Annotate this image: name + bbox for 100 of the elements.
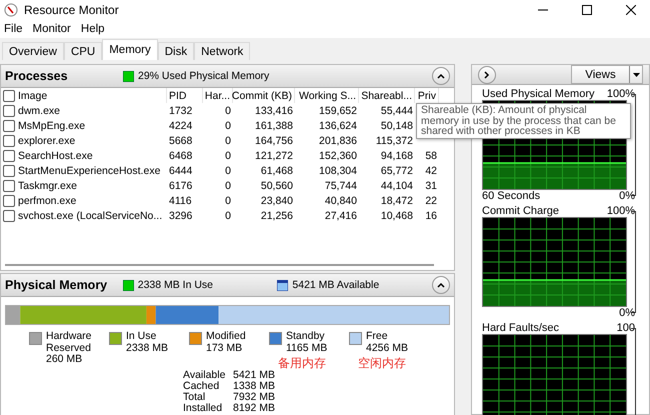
table-cell: 0 bbox=[225, 120, 231, 132]
app-icon bbox=[4, 3, 18, 17]
table-cell: 152,360 bbox=[319, 150, 357, 162]
table-cell: 23,840 bbox=[260, 194, 293, 206]
column-header[interactable]: PID bbox=[167, 88, 203, 103]
tab[interactable]: Disk bbox=[158, 42, 194, 60]
table-cell: perfmon.exe bbox=[18, 194, 76, 206]
tab[interactable]: CPU bbox=[64, 42, 102, 60]
table-cell: 4224 bbox=[169, 120, 192, 132]
expand-button[interactable] bbox=[478, 66, 496, 84]
chevron-icon bbox=[437, 282, 446, 288]
table-cell: 50,148 bbox=[380, 120, 413, 132]
table-cell: 0 bbox=[225, 134, 231, 146]
menu-item[interactable]: Monitor bbox=[28, 23, 75, 35]
legend-value: 260 MB bbox=[46, 354, 84, 366]
table-cell: 0 bbox=[225, 104, 231, 116]
checkbox[interactable] bbox=[3, 120, 15, 132]
legend-label: Modified bbox=[206, 331, 247, 342]
meter-icon bbox=[277, 280, 288, 290]
section-title: Processes bbox=[5, 69, 69, 83]
graph-title: Hard Faults/sec bbox=[482, 322, 560, 334]
legend-swatch bbox=[109, 332, 122, 345]
meter-icon bbox=[123, 70, 134, 82]
column-header[interactable]: Working S... bbox=[295, 88, 359, 103]
table-cell: 61,468 bbox=[260, 164, 293, 176]
table-cell: 44,104 bbox=[380, 180, 413, 192]
axis-label: 100 bbox=[616, 322, 635, 334]
legend-swatch bbox=[29, 332, 42, 345]
meter-icon bbox=[122, 280, 134, 290]
collapse-button[interactable] bbox=[432, 276, 450, 294]
maximize-icon bbox=[582, 5, 592, 15]
column-header[interactable]: Har... bbox=[203, 88, 233, 103]
table-cell: 133,416 bbox=[255, 104, 293, 116]
table-cell: 1732 bbox=[169, 104, 192, 116]
collapse-button[interactable] bbox=[432, 67, 450, 85]
table-cell: explorer.exe bbox=[18, 134, 76, 146]
axis-label: 60 Seconds bbox=[482, 190, 540, 202]
table-cell: 75,744 bbox=[324, 180, 357, 192]
table-cell: 6176 bbox=[169, 180, 192, 192]
table-cell: 4116 bbox=[169, 194, 192, 206]
tab[interactable]: Memory bbox=[102, 39, 158, 60]
table-cell: 55,444 bbox=[380, 104, 413, 116]
stat-value: 8192 MB bbox=[233, 403, 276, 414]
checkbox[interactable] bbox=[3, 90, 15, 102]
checkbox[interactable] bbox=[3, 164, 15, 176]
legend-swatch bbox=[189, 332, 202, 345]
checkbox[interactable] bbox=[3, 210, 15, 222]
table-cell: 22 bbox=[425, 194, 437, 206]
graph-title: Used Physical Memory bbox=[482, 88, 594, 100]
column-header[interactable]: Shareabl... bbox=[359, 88, 415, 103]
table-cell: 94,168 bbox=[380, 150, 413, 162]
axis-label: 0% bbox=[619, 307, 635, 319]
checkbox[interactable] bbox=[3, 180, 15, 192]
annotation: 备用内存 bbox=[278, 357, 327, 370]
table-cell: 0 bbox=[225, 194, 231, 206]
legend-swatch bbox=[269, 332, 282, 345]
column-header[interactable]: Commit (KB) bbox=[233, 88, 295, 103]
legend-value: 173 MB bbox=[206, 342, 244, 354]
table-cell: dwm.exe bbox=[18, 104, 60, 116]
stat-label: Cached bbox=[183, 381, 220, 392]
legend-label: In Use bbox=[126, 331, 158, 342]
menu-item[interactable]: Help bbox=[76, 23, 109, 35]
available-summary: 5421 MB Available bbox=[292, 279, 380, 291]
stat-value: 5421 MB bbox=[233, 370, 276, 381]
legend-label: Standby bbox=[286, 331, 326, 342]
chevron-icon bbox=[437, 73, 445, 79]
table-cell: 3296 bbox=[169, 210, 192, 222]
tab[interactable]: Overview bbox=[2, 42, 64, 60]
table-cell: Taskmgr.exe bbox=[18, 180, 77, 192]
table-cell: 6468 bbox=[169, 150, 192, 162]
window-title: Resource Monitor bbox=[24, 3, 120, 17]
table-cell: 31 bbox=[425, 180, 437, 192]
table-cell: 121,272 bbox=[255, 150, 293, 162]
legend-value: 4256 MB bbox=[366, 342, 410, 354]
checkbox[interactable] bbox=[3, 134, 15, 146]
table-cell: 201,836 bbox=[319, 134, 357, 146]
table-cell: 115,372 bbox=[376, 134, 413, 146]
views-button[interactable]: Views bbox=[571, 65, 643, 84]
table-cell: 108,304 bbox=[319, 164, 357, 176]
table-cell: 0 bbox=[225, 180, 231, 192]
stat-label: Installed bbox=[183, 403, 224, 414]
table-cell: 5668 bbox=[169, 134, 192, 146]
menu-item[interactable]: File bbox=[0, 23, 27, 35]
table-cell: 50,560 bbox=[260, 180, 293, 192]
table-cell: 21,256 bbox=[260, 210, 293, 222]
tab[interactable]: Network bbox=[194, 42, 250, 60]
column-header[interactable]: Image bbox=[1, 88, 167, 103]
table-cell: SearchHost.exe bbox=[18, 150, 93, 162]
checkbox[interactable] bbox=[3, 194, 15, 206]
chevron-icon bbox=[484, 70, 490, 78]
table-cell: MsMpEng.exe bbox=[18, 120, 86, 132]
memory-summary: 29% Used Physical Memory bbox=[138, 70, 270, 82]
table-cell: 58 bbox=[425, 150, 437, 162]
in-use-summary: 2338 MB In Use bbox=[138, 279, 214, 291]
table-cell: 27,416 bbox=[324, 210, 357, 222]
table-cell: 0 bbox=[225, 164, 231, 176]
checkbox[interactable] bbox=[3, 150, 15, 162]
checkbox[interactable] bbox=[3, 104, 15, 116]
table-cell: 65,772 bbox=[380, 164, 413, 176]
legend-value: 2338 MB bbox=[126, 342, 170, 354]
